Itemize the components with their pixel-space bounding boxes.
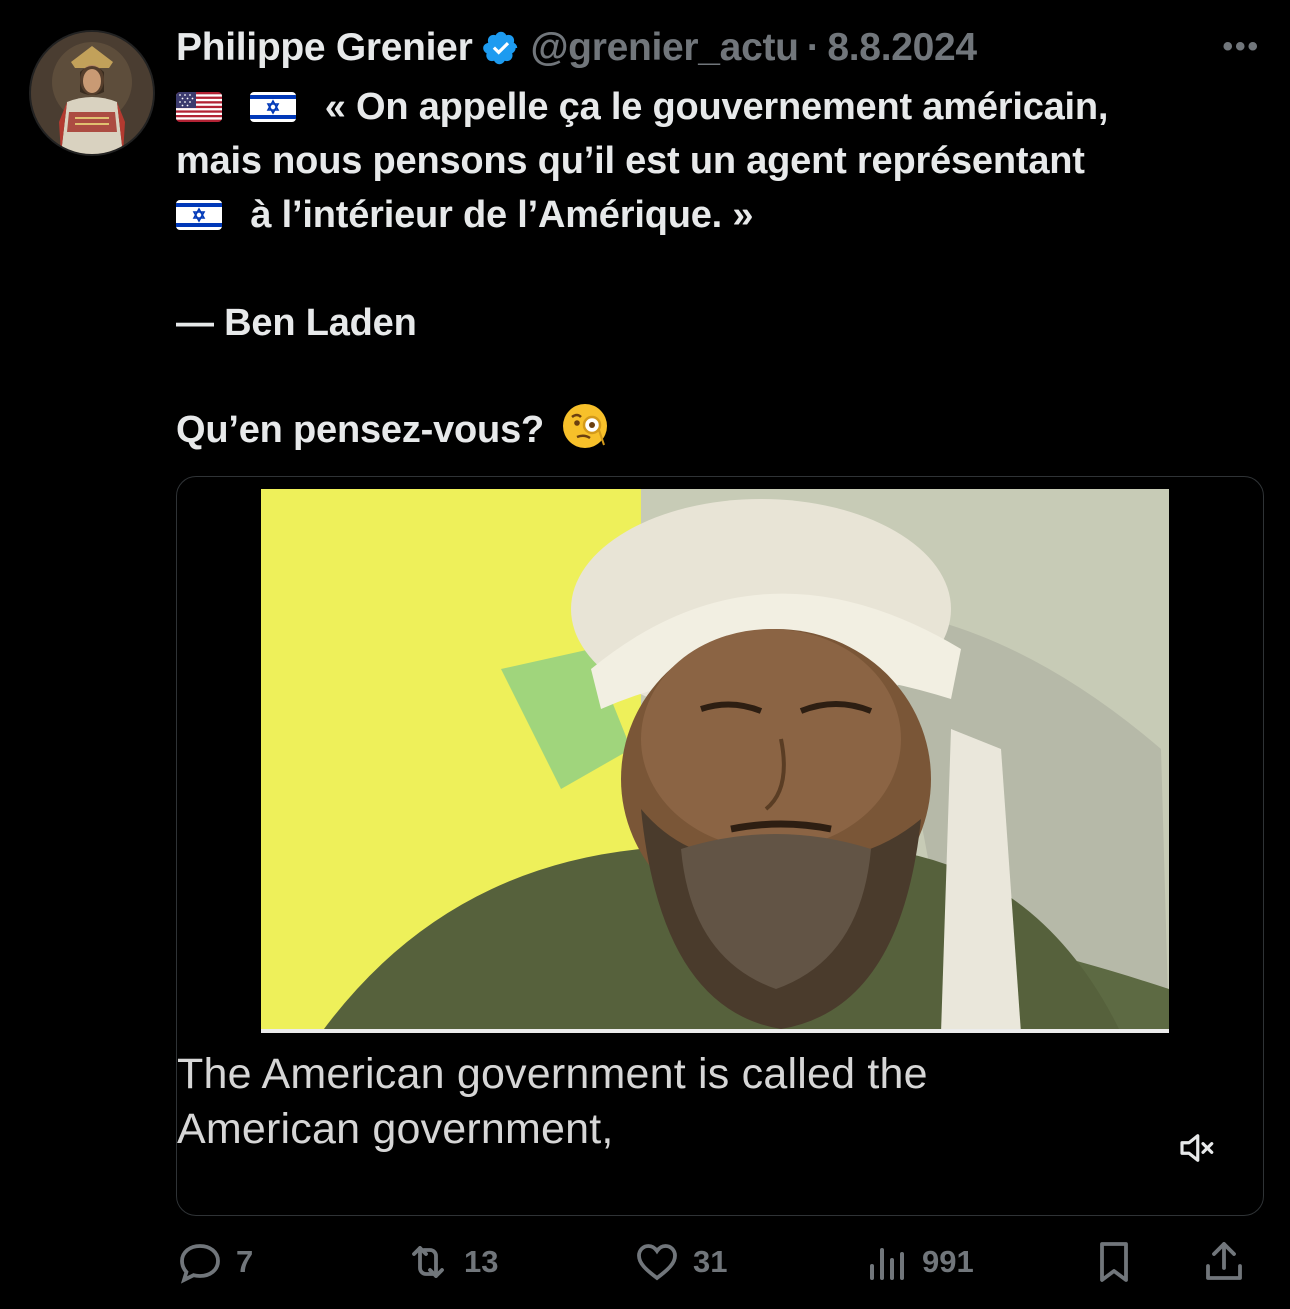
heart-icon	[637, 1244, 677, 1281]
views-count: 991	[922, 1244, 974, 1279]
avatar[interactable]	[29, 30, 155, 156]
volume-muted-icon[interactable]	[1175, 1127, 1217, 1169]
repost-icon	[412, 1246, 444, 1278]
tweet-header: Philippe Grenier @grenier_actu · 8.8.202…	[176, 26, 1260, 70]
author-name[interactable]: Philippe Grenier	[176, 26, 473, 70]
subtitle-line-2: American government,	[177, 1105, 614, 1153]
tweet-text-line-2: mais nous pensons qu’il est un agent rep…	[176, 140, 1085, 182]
repost-button[interactable]: 13	[404, 1232, 498, 1292]
video-frame[interactable]	[261, 489, 1169, 1033]
tweet-question: Qu’en pensez-vous?	[176, 409, 545, 451]
views-button[interactable]: 991	[862, 1232, 974, 1292]
separator-dot: ·	[806, 26, 820, 69]
action-bar: 7 13 31 991	[176, 1232, 1262, 1292]
author-handle[interactable]: @grenier_actu	[530, 26, 799, 70]
reply-icon	[180, 1244, 220, 1284]
reply-count: 7	[236, 1244, 254, 1279]
video-subtitle: The American government is called the Am…	[177, 1047, 1177, 1157]
share-icon	[1206, 1242, 1242, 1280]
tweet-attribution: — Ben Laden	[176, 302, 417, 344]
more-horizontal-icon[interactable]: •••	[1222, 30, 1260, 64]
bookmark-button[interactable]	[1090, 1232, 1150, 1292]
reply-button[interactable]: 7	[176, 1232, 253, 1292]
bookmark-icon	[1100, 1242, 1128, 1282]
us-flag-icon	[176, 92, 222, 122]
tweet-text-line-3: à l’intérieur de l’Amérique. »	[250, 194, 754, 236]
subtitle-line-1: The American government is called the	[177, 1050, 928, 1098]
israel-flag-icon	[250, 92, 297, 122]
repost-count: 13	[464, 1244, 499, 1279]
israel-flag-icon	[176, 200, 222, 230]
share-button[interactable]	[1200, 1232, 1260, 1292]
like-count: 31	[693, 1244, 728, 1279]
views-chart-icon	[870, 1248, 904, 1280]
verified-badge-icon	[482, 29, 520, 67]
tweet-text-line-1: « On appelle ça le gouvernement américai…	[324, 86, 1109, 128]
video-player[interactable]: The American government is called the Am…	[176, 476, 1264, 1216]
like-button[interactable]: 31	[633, 1232, 727, 1292]
monocle-face-icon	[560, 401, 610, 451]
tweet-date[interactable]: 8.8.2024	[827, 26, 977, 70]
tweet-body: « On appelle ça le gouvernement américai…	[176, 80, 1256, 455]
